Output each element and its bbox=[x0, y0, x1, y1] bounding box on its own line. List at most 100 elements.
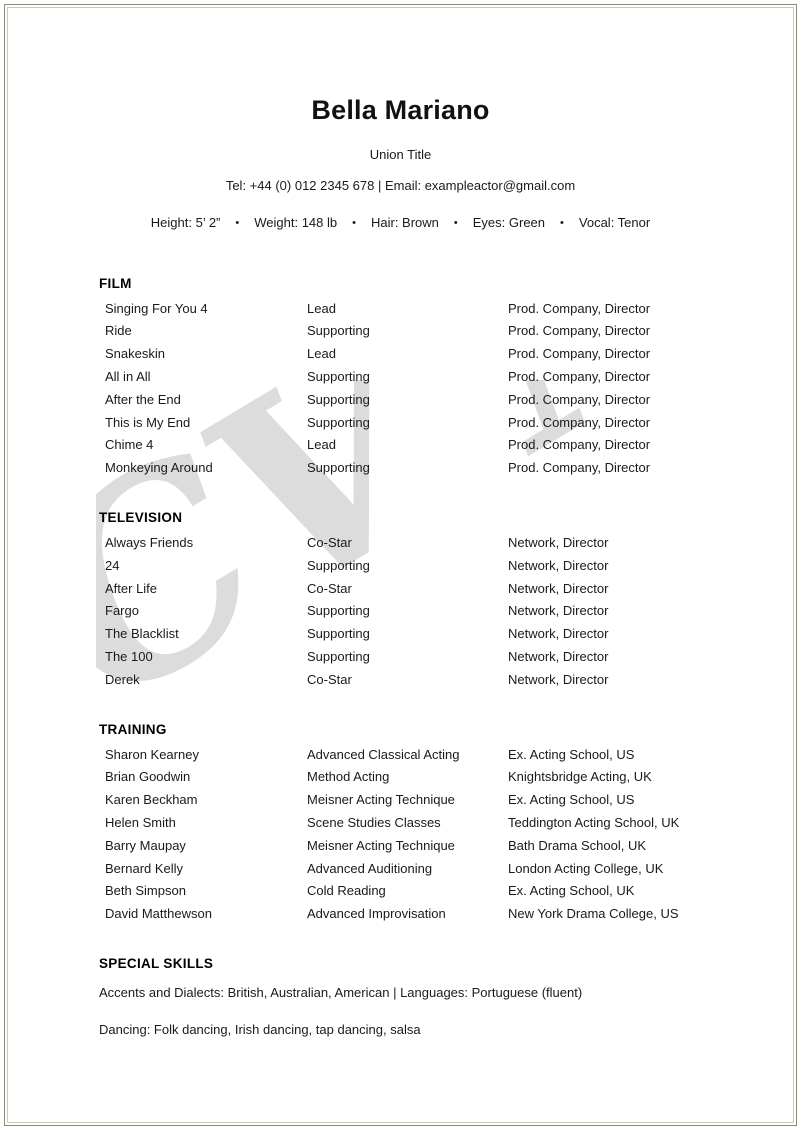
credit-production: Prod. Company, Director bbox=[508, 346, 651, 362]
section-special-skills: SPECIAL SKILLS Accents and Dialects: Bri… bbox=[99, 956, 741, 1037]
credit-title: All in All bbox=[105, 369, 151, 385]
credit-title: Beth Simpson bbox=[105, 883, 186, 899]
credit-title: After Life bbox=[105, 580, 158, 596]
section-title-training: TRAINING bbox=[99, 721, 167, 737]
credit-row: Ride Supporting Prod. Company, Director bbox=[105, 323, 741, 346]
credit-row: The Blacklist Supporting Network, Director bbox=[105, 626, 741, 649]
credit-role: Co-Star bbox=[307, 580, 352, 596]
credit-production: Network, Director bbox=[508, 649, 609, 665]
credit-production: Network, Director bbox=[508, 603, 609, 619]
credit-role: Supporting bbox=[307, 603, 370, 619]
credit-title: Derek bbox=[105, 671, 140, 687]
credit-title: After the End bbox=[105, 391, 181, 407]
credit-role: Advanced Improvisation bbox=[307, 906, 446, 922]
credit-role: Lead bbox=[307, 346, 336, 362]
physical-stat: Height: 5’ 2” bbox=[150, 214, 221, 230]
credit-row: Always Friends Co-Star Network, Director bbox=[105, 535, 741, 558]
training-rows: Sharon Kearney Advanced Classical Acting E… bbox=[105, 747, 741, 929]
section-television: TELEVISION Always Friends Co-Star Network,… bbox=[99, 510, 741, 695]
film-rows: Singing For You 4 Lead Prod. Company, Dire… bbox=[105, 301, 741, 483]
credit-row: Brian Goodwin Method Acting Knightsbridge … bbox=[105, 769, 741, 792]
credit-production: Network, Director bbox=[508, 580, 609, 596]
credit-role: Cold Reading bbox=[307, 883, 386, 899]
credit-row: The 100 Supporting Network, Director bbox=[105, 649, 741, 672]
credit-role: Supporting bbox=[307, 649, 370, 665]
resume-page: CV Nation Bella Mariano Union Title Tel:… bbox=[0, 0, 801, 1130]
credit-row: Barry Maupay Meisner Acting Technique Bath… bbox=[105, 838, 741, 861]
credit-role: Supporting bbox=[307, 626, 370, 642]
credit-production: Teddington Acting School, UK bbox=[508, 815, 680, 831]
credit-row: Snakeskin Lead Prod. Company, Director bbox=[105, 346, 741, 369]
bullet-separator-icon: • bbox=[560, 216, 564, 229]
credit-title: Brian Goodwin bbox=[105, 769, 191, 785]
credit-row: After Life Co-Star Network, Director bbox=[105, 581, 741, 604]
credit-production: Network, Director bbox=[508, 557, 609, 573]
credit-production: Knightsbridge Acting, UK bbox=[508, 769, 652, 785]
credit-role: Meisner Acting Technique bbox=[307, 792, 455, 808]
television-rows: Always Friends Co-Star Network, Director 24… bbox=[105, 535, 741, 695]
credit-role: Supporting bbox=[307, 414, 370, 430]
credit-production: Prod. Company, Director bbox=[508, 369, 651, 385]
credit-title: David Matthewson bbox=[105, 906, 212, 922]
credit-row: All in All Supporting Prod. Company, Direc… bbox=[105, 369, 741, 392]
physical-stat: Eyes: Green bbox=[472, 214, 546, 230]
credit-role: Meisner Acting Technique bbox=[307, 837, 455, 853]
credit-role: Method Acting bbox=[307, 769, 390, 785]
credit-production: Prod. Company, Director bbox=[508, 391, 651, 407]
section-title-special-skills: SPECIAL SKILLS bbox=[99, 956, 214, 972]
credit-title: 24 bbox=[105, 557, 120, 573]
credit-production: Network, Director bbox=[508, 535, 609, 551]
bullet-separator-icon: • bbox=[453, 216, 458, 229]
credit-row: Sharon Kearney Advanced Classical Acting E… bbox=[105, 747, 741, 770]
credit-title: The 100 bbox=[105, 649, 153, 665]
credit-title: Singing For You 4 bbox=[105, 300, 208, 316]
credit-role: Lead bbox=[307, 300, 336, 316]
credit-row: 24 Supporting Network, Director bbox=[105, 558, 741, 581]
credit-title: Chime 4 bbox=[105, 437, 154, 453]
credit-row: Fargo Supporting Network, Director bbox=[105, 603, 741, 626]
credit-row: Monkeying Around Supporting Prod. Company,… bbox=[105, 460, 741, 483]
credit-title: Helen Smith bbox=[105, 815, 176, 831]
special-skills-line: Dancing: Folk dancing, Irish dancing, ta… bbox=[99, 1022, 421, 1038]
credit-title: Ride bbox=[105, 323, 132, 339]
resume-header: Bella Mariano Union Title Tel: +44 (0) 0… bbox=[0, 0, 801, 230]
credit-role: Supporting bbox=[307, 369, 370, 385]
union-title: Union Title bbox=[369, 146, 432, 162]
credit-title: This is My End bbox=[105, 414, 191, 430]
credit-role: Co-Star bbox=[307, 535, 352, 551]
credit-title: Monkeying Around bbox=[105, 460, 213, 476]
physical-stats-line: Height: 5’ 2” • Weight: 148 lb • Hair: Brown… bbox=[0, 215, 801, 230]
resume-content: Bella Mariano Union Title Tel: +44 (0) 0… bbox=[0, 0, 801, 1037]
credit-title: Sharon Kearney bbox=[105, 746, 199, 762]
credit-production: Network, Director bbox=[508, 626, 609, 642]
credit-production: Prod. Company, Director bbox=[508, 323, 651, 339]
contact-line: Tel: +44 (0) 012 2345 678 | Email: examp… bbox=[225, 177, 576, 193]
credit-role: Scene Studies Classes bbox=[307, 815, 441, 831]
section-film: FILM Singing For You 4 Lead Prod. Company,… bbox=[99, 276, 741, 483]
credit-production: Prod. Company, Director bbox=[508, 414, 651, 430]
credit-production: Prod. Company, Director bbox=[508, 460, 651, 476]
credit-production: New York Drama College, US bbox=[508, 906, 679, 922]
credit-production: Network, Director bbox=[508, 671, 609, 687]
credit-role: Supporting bbox=[307, 323, 370, 339]
credit-title: Karen Beckham bbox=[105, 792, 198, 808]
credit-row: Chime 4 Lead Prod. Company, Director bbox=[105, 437, 741, 460]
actor-name: Bella Mariano bbox=[311, 95, 490, 125]
credit-title: Always Friends bbox=[105, 535, 194, 551]
credit-role: Advanced Auditioning bbox=[307, 860, 433, 876]
credit-role: Lead bbox=[307, 437, 336, 453]
special-skills-line: Accents and Dialects: British, Australia… bbox=[99, 985, 583, 1001]
credit-title: Barry Maupay bbox=[105, 837, 186, 853]
credit-production: Ex. Acting School, UK bbox=[508, 883, 635, 899]
credit-production: Ex. Acting School, US bbox=[508, 746, 635, 762]
physical-stat: Weight: 148 lb bbox=[254, 214, 338, 230]
credit-row: This is My End Supporting Prod. Company, D… bbox=[105, 415, 741, 438]
credit-production: Prod. Company, Director bbox=[508, 300, 651, 316]
credit-role: Supporting bbox=[307, 557, 370, 573]
credit-row: Singing For You 4 Lead Prod. Company, Dire… bbox=[105, 301, 741, 324]
bullet-separator-icon: • bbox=[235, 216, 240, 229]
credit-role: Advanced Classical Acting bbox=[307, 746, 460, 762]
credit-row: Karen Beckham Meisner Acting Technique Ex.… bbox=[105, 792, 741, 815]
bullet-separator-icon: • bbox=[352, 216, 356, 229]
credit-row: Bernard Kelly Advanced Auditioning London … bbox=[105, 861, 741, 884]
